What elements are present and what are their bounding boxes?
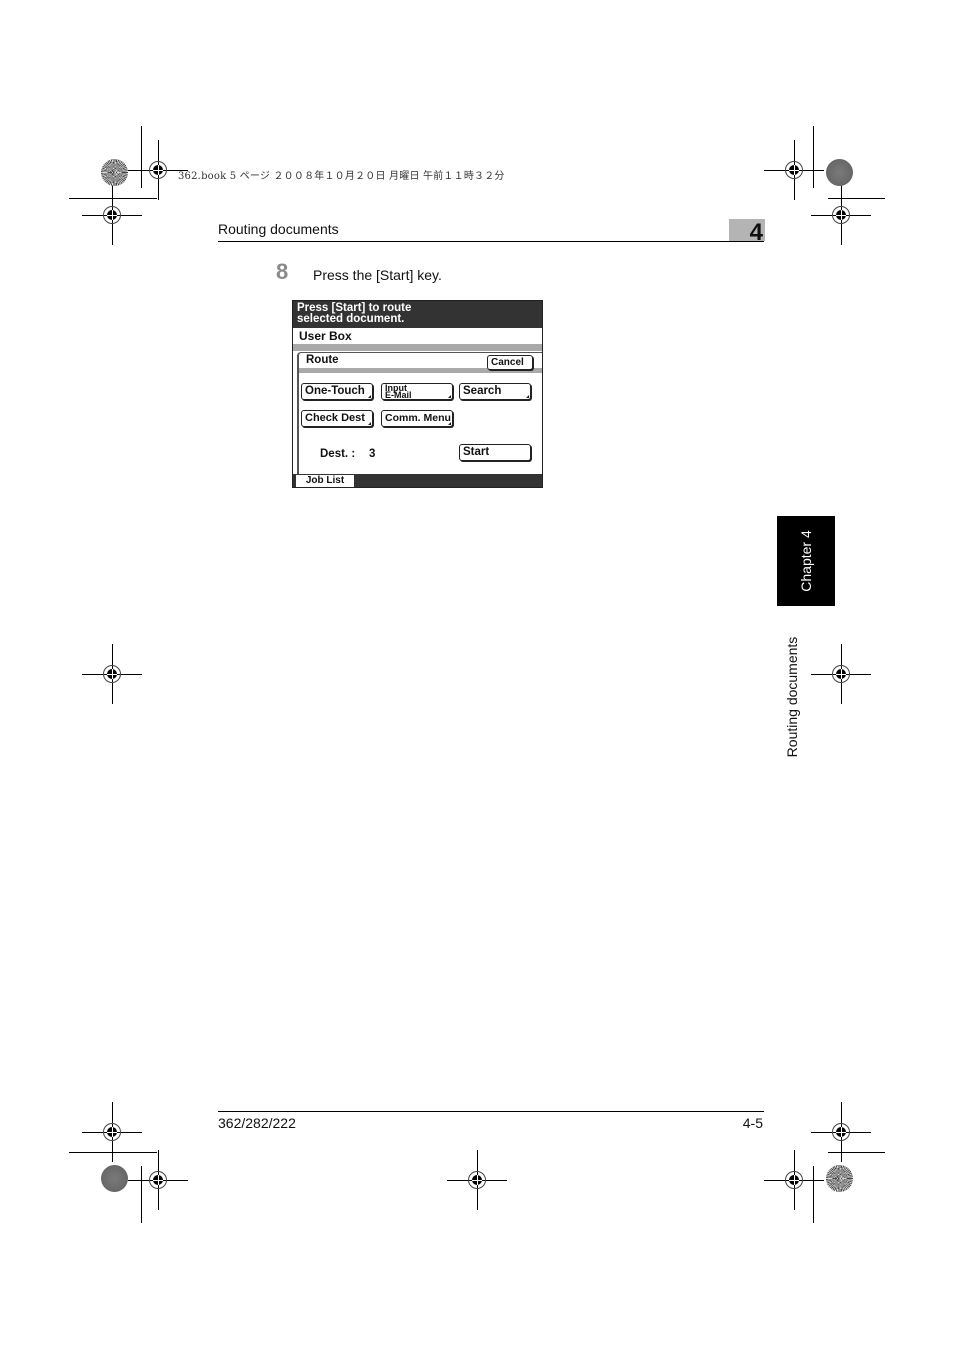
panel-message: Press [Start] to route selected document… — [293, 301, 542, 328]
cancel-button-label: Cancel — [491, 357, 524, 368]
one-touch-button[interactable]: One-Touch — [301, 383, 373, 400]
one-touch-label: One-Touch — [305, 385, 365, 397]
panel-divider — [293, 344, 542, 351]
corner-indicator-icon — [448, 422, 451, 425]
footer-page-number: 4-5 — [742, 1115, 763, 1131]
destination-count-label: Dest. : — [320, 448, 356, 460]
input-email-button[interactable]: Input E-Mail — [381, 383, 453, 400]
search-label: Search — [463, 385, 502, 397]
panel-breadcrumb: User Box — [299, 329, 352, 343]
crop-line — [141, 126, 142, 188]
route-title: Route — [306, 354, 339, 366]
check-dest-label: Check Dest — [305, 412, 365, 424]
step-instruction: Press the [Start] key. — [313, 267, 442, 283]
starburst-mark-icon — [101, 159, 128, 186]
footer-rule — [218, 1111, 764, 1112]
print-job-header: 362.book 5 ページ ２００８年１０月２０日 月曜日 午前１１時３２分 — [178, 171, 505, 182]
destination-count-value: 3 — [369, 448, 376, 460]
cancel-button[interactable]: Cancel — [487, 355, 533, 370]
side-chapter-label: Chapter 4 — [798, 530, 814, 592]
footer-model-number: 362/282/222 — [218, 1115, 296, 1131]
side-chapter-tab: Chapter 4 — [777, 516, 835, 606]
crop-line — [69, 198, 157, 199]
search-button[interactable]: Search — [459, 383, 531, 400]
step-number: 8 — [276, 259, 289, 284]
grey-dot-mark-icon — [826, 159, 853, 186]
crop-line — [141, 1166, 142, 1223]
check-dest-button[interactable]: Check Dest — [301, 410, 373, 427]
job-list-tab[interactable]: Job List — [296, 475, 354, 487]
crop-line — [69, 1152, 157, 1153]
control-panel-screen: Press [Start] to route selected document… — [292, 300, 543, 488]
corner-indicator-icon — [368, 395, 371, 398]
header-rule — [218, 241, 764, 242]
running-header-title: Routing documents — [218, 221, 339, 237]
start-button[interactable]: Start — [459, 444, 531, 461]
corner-indicator-icon — [448, 395, 451, 398]
panel-footer: Job List — [293, 474, 542, 487]
chapter-number-box: 4 — [729, 219, 765, 246]
comm-menu-button[interactable]: Comm. Menu — [381, 410, 453, 427]
corner-indicator-icon — [526, 395, 529, 398]
starburst-mark-icon — [826, 1165, 853, 1192]
grey-dot-mark-icon — [101, 1165, 128, 1192]
crop-line — [813, 126, 814, 188]
side-section-title: Routing documents — [784, 636, 800, 758]
crop-line — [828, 1152, 885, 1153]
chapter-number: 4 — [749, 219, 763, 246]
start-label: Start — [463, 446, 490, 458]
panel-message-line2: selected document. — [297, 313, 405, 325]
corner-indicator-icon — [368, 422, 371, 425]
input-email-label-line2: E-Mail — [385, 390, 412, 400]
crop-line — [828, 198, 885, 199]
comm-menu-label: Comm. Menu — [385, 412, 451, 424]
crop-line — [813, 1166, 814, 1223]
